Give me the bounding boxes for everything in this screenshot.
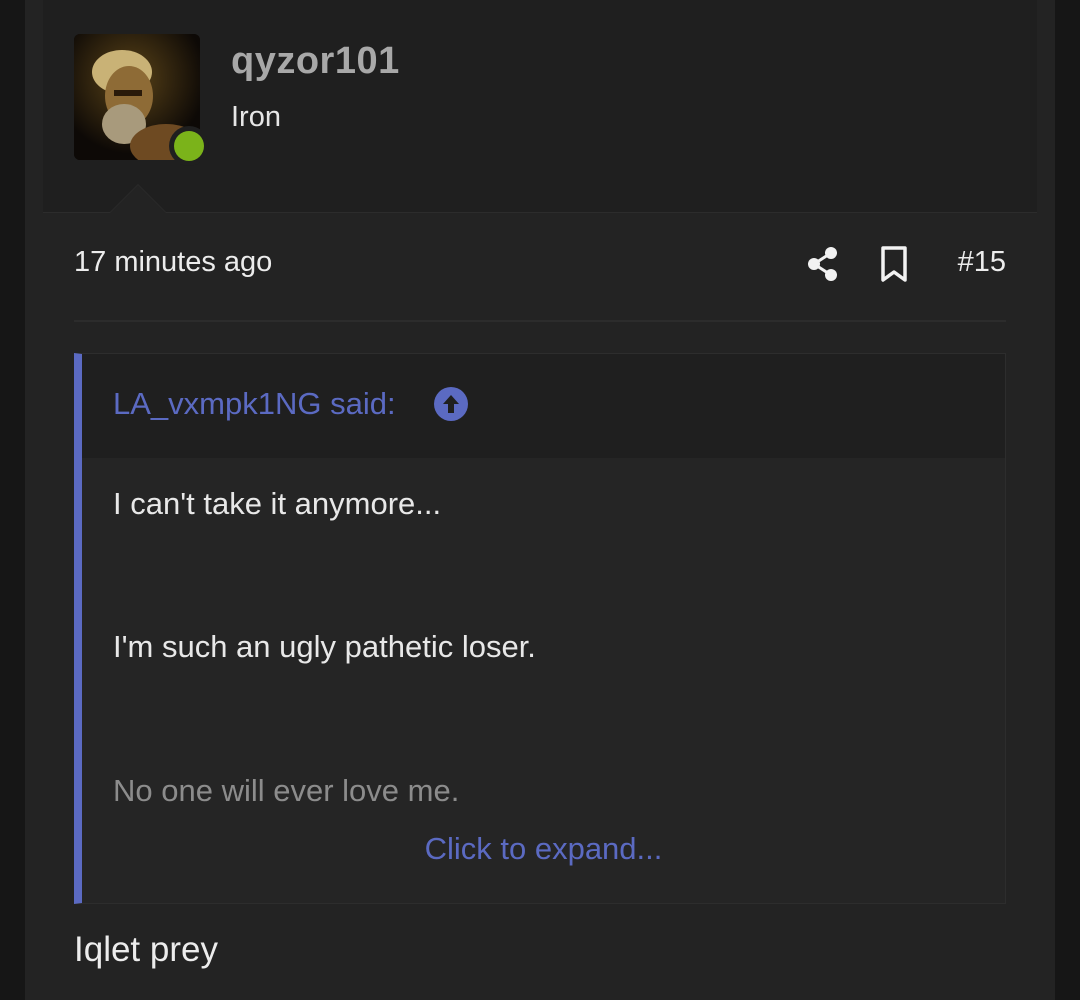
post-timestamp[interactable]: 17 minutes ago [74,246,272,279]
header-pointer [109,184,167,213]
share-button[interactable] [805,244,841,284]
username[interactable]: qyzor101 [231,40,400,83]
quote-author-link[interactable]: LA_vxmpk1NG said: [113,386,396,422]
bookmark-icon [881,246,907,282]
expand-quote-link[interactable]: Click to expand... [82,831,1005,867]
arrow-up-circle-icon [434,387,468,421]
quote-line: I can't take it anymore... [113,486,442,521]
quote-jump-button[interactable] [434,387,468,421]
post-number-link[interactable]: #15 [958,246,1006,279]
quote-line: I'm such an ugly pathetic loser. [113,629,536,664]
post-body-text: Iqlet prey [74,930,218,969]
share-icon [808,247,837,281]
divider [74,320,1006,322]
quote-header: LA_vxmpk1NG said: [82,354,1005,458]
quote-line-faded: No one will ever love me. [113,773,460,808]
user-title: Iron [231,101,281,133]
bookmark-button[interactable] [876,244,912,284]
post-container: qyzor101 Iron 17 minutes ago #15 LA_vxmp… [25,0,1055,1000]
user-header: qyzor101 Iron [43,0,1037,213]
post-meta-row: 17 minutes ago #15 [74,240,1006,290]
quote-block: LA_vxmpk1NG said: I can't take it anymor… [74,353,1006,904]
online-status-indicator [169,126,209,166]
